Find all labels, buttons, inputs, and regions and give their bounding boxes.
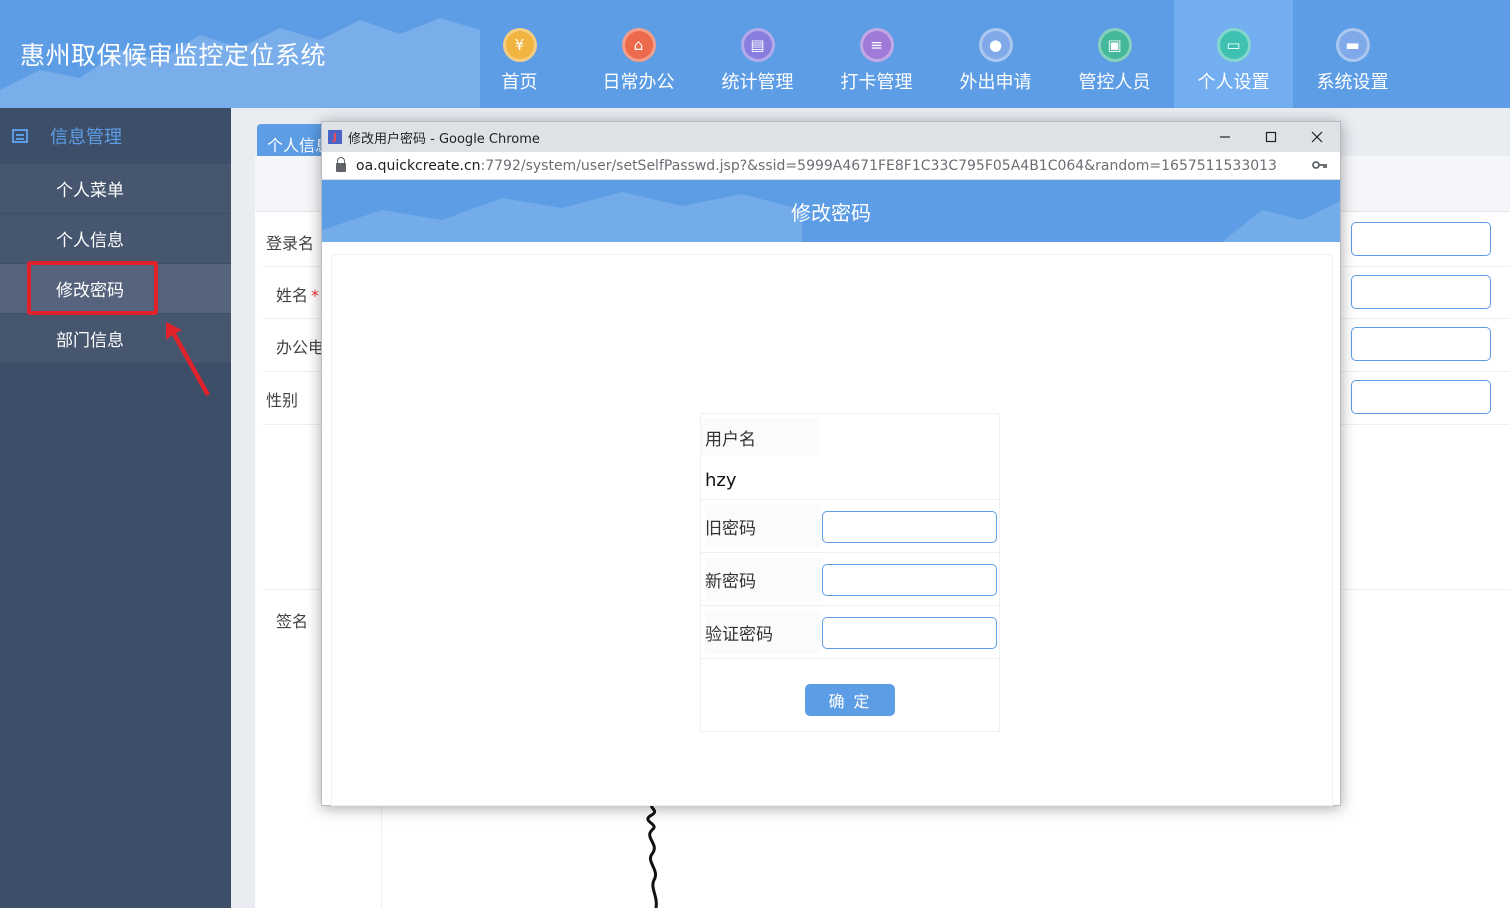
yen-icon: ¥ — [502, 28, 537, 62]
minimize-button[interactable] — [1202, 122, 1248, 152]
nav-item[interactable]: ≡ 打卡管理 — [817, 0, 936, 108]
old-password-row: 旧密码 — [701, 500, 999, 553]
key-icon[interactable] — [1312, 159, 1328, 171]
chrome-titlebar[interactable]: J 修改用户密码 - Google Chrome — [322, 122, 1340, 152]
nav-item-label: 管控人员 — [1078, 72, 1151, 93]
sidebar: 信息管理 个人菜单 个人信息 修改密码 部门信息 — [0, 108, 231, 908]
briefcase-icon: ▤ — [740, 28, 775, 62]
new-password-row: 新密码 — [701, 553, 999, 606]
address-bar[interactable]: oa.quickcreate.cn:7792/system/user/setSe… — [322, 152, 1340, 180]
presentation-icon: ▣ — [1097, 28, 1132, 62]
nav-item-label: 打卡管理 — [840, 72, 913, 93]
sidebar-item-label: 部门信息 — [56, 331, 124, 351]
nav-item[interactable]: ● 外出申请 — [936, 0, 1055, 108]
sidebar-item-label: 个人菜单 — [56, 181, 124, 201]
confirm-button[interactable]: 确 定 — [805, 684, 895, 716]
change-password-popup-window: J 修改用户密码 - Google Chrome oa.quickcreate.… — [321, 121, 1341, 806]
app-title: 惠州取保候审监控定位系统 — [20, 41, 327, 70]
url-host: oa.quickcreate.cn — [356, 157, 481, 174]
document-icon: ≡ — [859, 28, 894, 62]
maximize-icon — [1265, 131, 1277, 143]
phone-input[interactable] — [1351, 327, 1491, 361]
old-password-label: 旧密码 — [705, 504, 821, 548]
username-value: hzy — [705, 470, 737, 491]
nav-item[interactable]: ▭ 个人设置 — [1174, 0, 1293, 108]
confirm-password-input[interactable] — [822, 617, 997, 649]
main-nav: ¥ 首页 ⌂ 日常办公 ▤ 统计管理 ≡ 打卡管理 ● 外出申请 ▣ 管控人员 ▭ 个人设置 ▬ 系统设置 — [460, 0, 1412, 108]
signature-label: 签名 — [276, 612, 309, 631]
nav-item-label: 日常办公 — [602, 72, 675, 93]
site-favicon-icon: J — [328, 130, 342, 144]
popup-title: 修改密码 — [791, 200, 871, 225]
window-controls — [1202, 122, 1340, 152]
handwritten-signature — [646, 802, 658, 908]
sidebar-header-label: 信息管理 — [50, 127, 122, 148]
username-row: 用户名 hzy — [701, 414, 999, 500]
nav-item[interactable]: ▣ 管控人员 — [1055, 0, 1174, 108]
list-icon — [12, 129, 28, 143]
sidebar-header[interactable]: 信息管理 — [0, 108, 231, 164]
nav-item-label: 首页 — [501, 72, 538, 93]
sidebar-item-label: 个人信息 — [56, 231, 124, 251]
login-label: 登录名 — [266, 234, 315, 253]
nav-item[interactable]: ▤ 统计管理 — [698, 0, 817, 108]
home-icon: ⌂ — [621, 28, 656, 62]
nav-item[interactable]: ¥ 首页 — [460, 0, 579, 108]
lock-icon — [336, 157, 346, 172]
phone-label: 办公电 — [276, 338, 325, 357]
window-title: 修改用户密码 - Google Chrome — [348, 131, 540, 147]
close-button[interactable] — [1294, 122, 1340, 152]
nav-item[interactable]: ⌂ 日常办公 — [579, 0, 698, 108]
minimize-icon — [1220, 136, 1230, 138]
url-path: :7792/system/user/setSelfPasswd.jsp?&ssi… — [480, 157, 1277, 174]
gender-label: 性别 — [266, 391, 299, 410]
username-label: 用户名 — [701, 418, 820, 456]
sidebar-item-department-info[interactable]: 部门信息 — [0, 314, 231, 364]
new-password-label: 新密码 — [705, 557, 821, 601]
maximize-button[interactable] — [1248, 122, 1294, 152]
popup-body: 用户名 hzy 旧密码 新密码 验证密码 确 定 — [331, 254, 1333, 806]
gender-select[interactable] — [1351, 380, 1491, 414]
login-input[interactable] — [1351, 222, 1491, 256]
car-icon: ▬ — [1335, 28, 1370, 62]
nav-item[interactable]: ▬ 系统设置 — [1293, 0, 1412, 108]
popup-header: 修改密码 — [322, 180, 1340, 242]
id-card-icon: ▭ — [1216, 28, 1251, 62]
nav-item-label: 系统设置 — [1316, 72, 1389, 93]
url-text: oa.quickcreate.cn:7792/system/user/setSe… — [356, 158, 1277, 174]
name-label: 姓名 — [276, 286, 309, 305]
confirm-password-row: 验证密码 — [701, 606, 999, 659]
nav-item-label: 外出申请 — [959, 72, 1032, 93]
submit-row: 确 定 — [701, 659, 999, 731]
top-header: 惠州取保候审监控定位系统 ¥ 首页 ⌂ 日常办公 ▤ 统计管理 ≡ 打卡管理 ● 外出申请 ▣ 管控人… — [0, 0, 1510, 108]
change-password-form: 用户名 hzy 旧密码 新密码 验证密码 确 定 — [700, 413, 1000, 732]
user-icon: ● — [978, 28, 1013, 62]
confirm-password-label: 验证密码 — [705, 610, 821, 654]
sidebar-item-change-password[interactable]: 修改密码 — [0, 264, 231, 314]
sidebar-item-personal-menu[interactable]: 个人菜单 — [0, 164, 231, 214]
new-password-input[interactable] — [822, 564, 997, 596]
sidebar-item-personal-info[interactable]: 个人信息 — [0, 214, 231, 264]
old-password-input[interactable] — [822, 511, 997, 543]
sidebar-item-label: 修改密码 — [56, 281, 124, 301]
nav-item-label: 统计管理 — [721, 72, 794, 93]
name-input[interactable] — [1351, 275, 1491, 309]
nav-item-label: 个人设置 — [1197, 72, 1270, 93]
required-mark: * — [311, 286, 320, 305]
close-icon — [1311, 131, 1323, 143]
